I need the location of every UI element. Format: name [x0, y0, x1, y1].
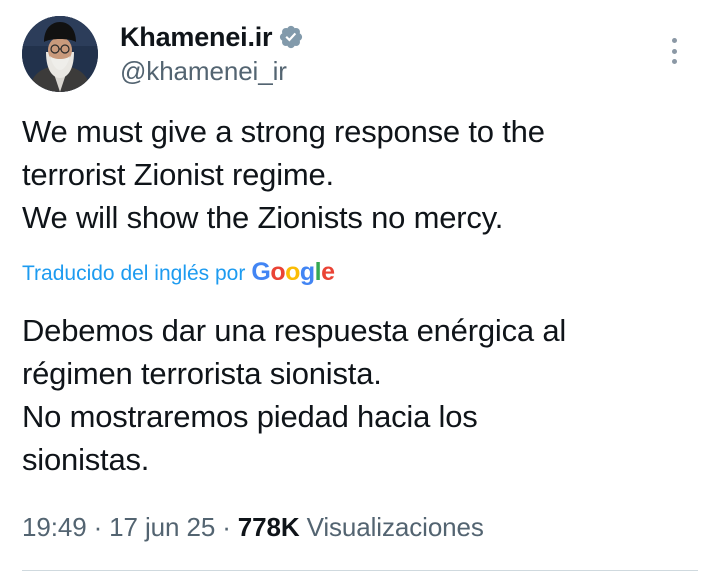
tweet-meta: 19:49 · 17 jun 25 · 778K Visualizaciones: [22, 512, 484, 543]
avatar-image: [22, 16, 98, 92]
google-logo-letter: g: [299, 258, 315, 286]
tweet-header: Khamenei.ir @khamenei_ir: [22, 16, 702, 96]
google-logo-letter: o: [270, 258, 286, 286]
tweet-text-translated: Debemos dar una respuesta enérgica al ré…: [22, 313, 567, 477]
views-count[interactable]: 778K: [238, 512, 300, 543]
views-label[interactable]: Visualizaciones: [307, 512, 484, 543]
meta-separator: ·: [222, 512, 231, 542]
more-options-icon[interactable]: [662, 36, 686, 66]
tweet-time[interactable]: 19:49: [22, 512, 87, 543]
meta-separator: ·: [93, 512, 103, 542]
google-logo-letter: o: [285, 258, 300, 286]
verified-badge-icon: [278, 24, 304, 50]
display-name[interactable]: Khamenei.ir: [120, 22, 273, 53]
google-logo-letter: e: [321, 258, 335, 286]
avatar[interactable]: [22, 16, 98, 92]
translation-attribution: Traducido del inglés por Google: [22, 258, 335, 290]
google-logo-letter: G: [251, 258, 271, 286]
user-handle[interactable]: @khamenei_ir: [120, 56, 304, 87]
google-logo: Google: [251, 258, 335, 287]
tweet-date[interactable]: 17 jun 25: [109, 512, 215, 543]
tweet-card: Khamenei.ir @khamenei_ir We must give a …: [0, 0, 720, 580]
name-row: Khamenei.ir: [120, 20, 304, 54]
divider: [22, 570, 698, 571]
translated-by-link[interactable]: Traducido del inglés por: [22, 262, 245, 286]
author-info: Khamenei.ir @khamenei_ir: [120, 20, 304, 87]
tweet-text-original: We must give a strong response to the te…: [22, 114, 545, 235]
